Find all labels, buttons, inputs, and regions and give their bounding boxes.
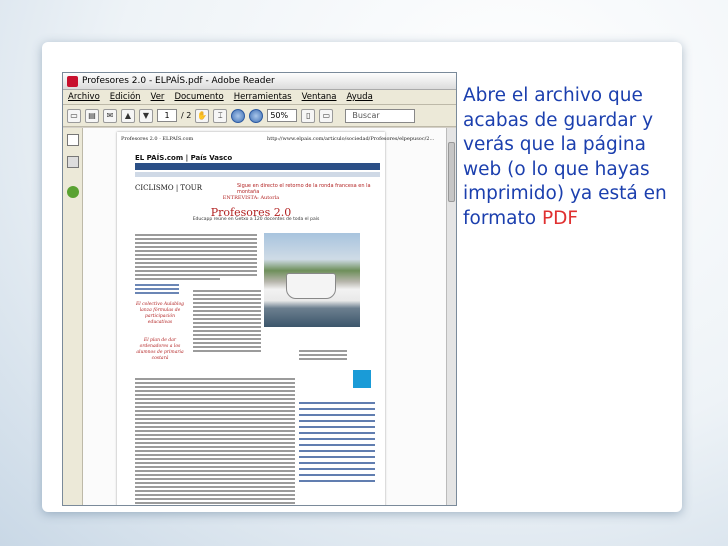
zoom-in-icon[interactable] bbox=[249, 108, 264, 123]
next-page-icon[interactable]: ▼ bbox=[139, 108, 153, 123]
caption-highlight-pdf: PDF bbox=[541, 207, 578, 229]
hand-tool-icon[interactable]: ✋ bbox=[195, 108, 210, 123]
site-subnav-bar bbox=[135, 172, 380, 177]
menu-ayuda[interactable]: Ayuda bbox=[342, 92, 378, 102]
page-number-input[interactable]: 1 bbox=[157, 109, 177, 122]
email-icon[interactable]: ✉ bbox=[103, 108, 117, 123]
print-icon[interactable]: ▤ bbox=[85, 108, 99, 123]
slide-caption: Abre el archivo que acabas de guardar y … bbox=[463, 84, 683, 232]
page-total: / 2 bbox=[181, 111, 192, 120]
scrollbar-thumb[interactable] bbox=[448, 142, 455, 202]
select-tool-icon[interactable]: ⌶ bbox=[213, 108, 228, 123]
fit-page-icon[interactable]: ▯ bbox=[301, 108, 316, 123]
document-view[interactable]: Profesores 2.0 · ELPAÍS.com http://www.e… bbox=[83, 128, 456, 505]
pages-icon[interactable] bbox=[67, 134, 79, 146]
menu-ventana[interactable]: Ventana bbox=[297, 92, 342, 102]
vertical-scrollbar[interactable] bbox=[446, 128, 456, 505]
section-label: CICLISMO | TOUR bbox=[135, 184, 202, 192]
menu-documento[interactable]: Documento bbox=[169, 92, 228, 102]
pull-quote-1: El colectivo Aulablog lanza fórmulas de … bbox=[135, 302, 185, 325]
pdf-page: Profesores 2.0 · ELPAÍS.com http://www.e… bbox=[117, 132, 434, 505]
sidebar-links bbox=[135, 284, 179, 296]
navigation-panel bbox=[63, 128, 83, 505]
related-news-list bbox=[299, 402, 375, 486]
article-lead-text bbox=[135, 234, 257, 282]
menu-archivo[interactable]: Archivo bbox=[63, 92, 105, 102]
page-header-left: Profesores 2.0 · ELPAÍS.com bbox=[121, 136, 194, 142]
section-kicker: Sigue en directo el retorno de la ronda … bbox=[237, 183, 371, 195]
help-icon[interactable] bbox=[67, 186, 79, 198]
zoom-out-icon[interactable] bbox=[231, 108, 246, 123]
fit-width-icon[interactable]: ▭ bbox=[319, 108, 334, 123]
bookmarks-icon[interactable] bbox=[67, 156, 79, 168]
menu-edicion[interactable]: Edición bbox=[105, 92, 146, 102]
toolbar: ▭ ▤ ✉ ▲ ▼ 1 / 2 ✋ ⌶ 50% ▯ ▭ Buscar bbox=[63, 105, 456, 127]
article-subtitle: Educapp reúne en Getxo a 120 docentes de… bbox=[192, 217, 320, 222]
adobe-reader-window: Profesores 2.0 - ELPAÍS.pdf - Adobe Read… bbox=[62, 72, 457, 506]
menu-herramientas[interactable]: Herramientas bbox=[229, 92, 297, 102]
prev-page-icon[interactable]: ▲ bbox=[121, 108, 135, 123]
article-column-1 bbox=[193, 290, 261, 354]
pull-quote-2: El plan de dar ordenadores a los alumnos… bbox=[136, 338, 184, 361]
site-masthead: EL PAÍS.com | País Vasco bbox=[135, 154, 233, 162]
article-photo bbox=[264, 233, 360, 327]
advert-box bbox=[353, 370, 371, 388]
adobe-pdf-icon bbox=[67, 75, 78, 87]
open-folder-icon[interactable]: ▭ bbox=[67, 108, 81, 123]
site-nav-bar bbox=[135, 163, 380, 170]
window-title: Profesores 2.0 - ELPAÍS.pdf - Adobe Read… bbox=[82, 76, 275, 86]
photo-caption bbox=[299, 350, 347, 362]
menu-ver[interactable]: Ver bbox=[146, 92, 170, 102]
article-body-text bbox=[135, 378, 295, 505]
search-input[interactable]: Buscar bbox=[345, 108, 416, 123]
zoom-level-field[interactable]: 50% bbox=[267, 109, 298, 122]
boat-image bbox=[286, 273, 336, 299]
article-kicker: ENTREVISTA: Autorla bbox=[222, 195, 280, 201]
page-header-url: http://www.elpais.com/articulo/sociedad/… bbox=[267, 136, 435, 142]
title-bar: Profesores 2.0 - ELPAÍS.pdf - Adobe Read… bbox=[63, 73, 456, 90]
menu-bar: Archivo Edición Ver Documento Herramient… bbox=[63, 90, 456, 105]
